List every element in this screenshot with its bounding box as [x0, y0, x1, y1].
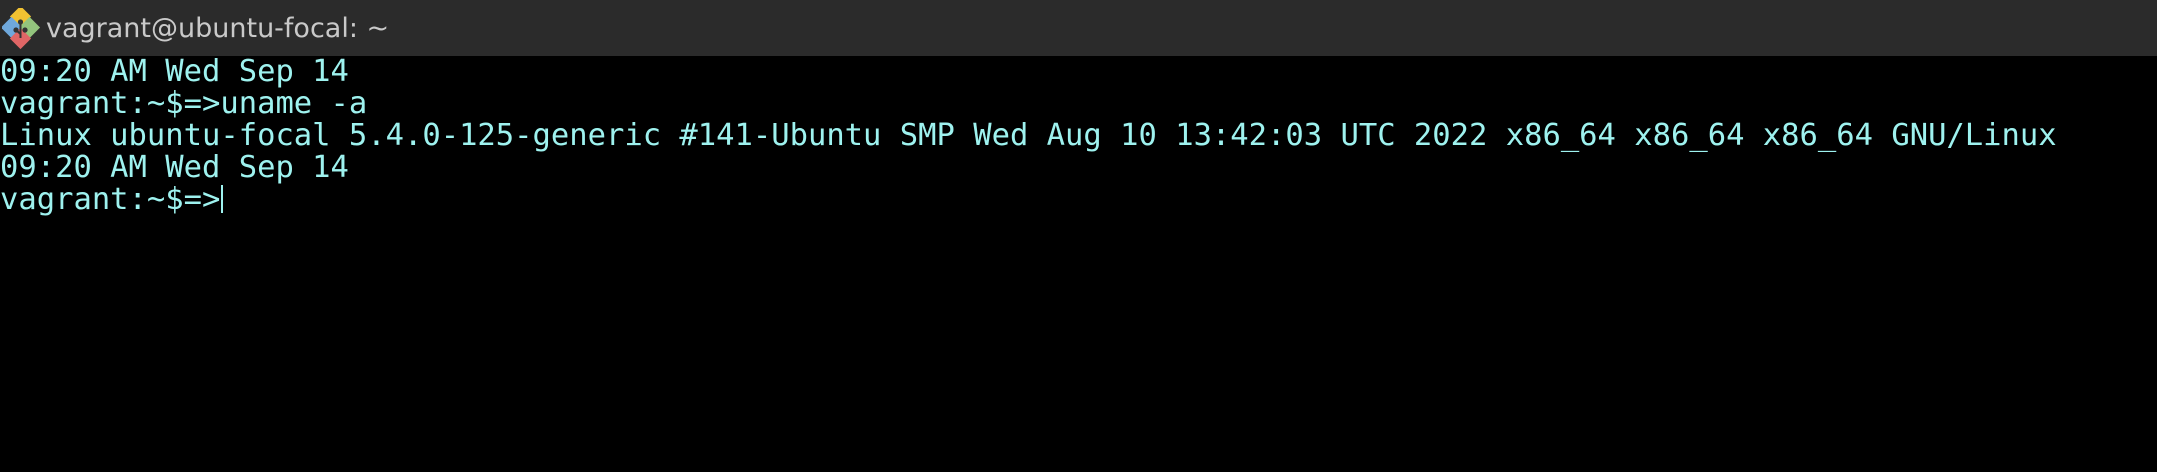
terminal-line-uname-output: Linux ubuntu-focal 5.4.0-125-generic #14…	[0, 118, 2057, 153]
terminal-line-command: vagrant:~$=>uname -a	[0, 86, 368, 121]
terminal-prompt: vagrant:~$=>	[0, 182, 221, 217]
terminal-line-date: 09:20 AM Wed Sep 14	[0, 54, 349, 89]
window-title: vagrant@ubuntu-focal: ~	[46, 13, 390, 44]
terminal-prompt-line[interactable]: vagrant:~$=>	[0, 182, 224, 217]
terminal-line-date: 09:20 AM Wed Sep 14	[0, 150, 349, 185]
terminal-window: vagrant@ubuntu-focal: ~ 09:20 AM Wed Sep…	[0, 0, 2157, 472]
terminal-output[interactable]: 09:20 AM Wed Sep 14 vagrant:~$=>uname -a…	[0, 56, 2157, 472]
text-cursor	[221, 185, 224, 213]
git-bash-icon	[2, 8, 41, 50]
title-bar[interactable]: vagrant@ubuntu-focal: ~	[0, 0, 2157, 56]
